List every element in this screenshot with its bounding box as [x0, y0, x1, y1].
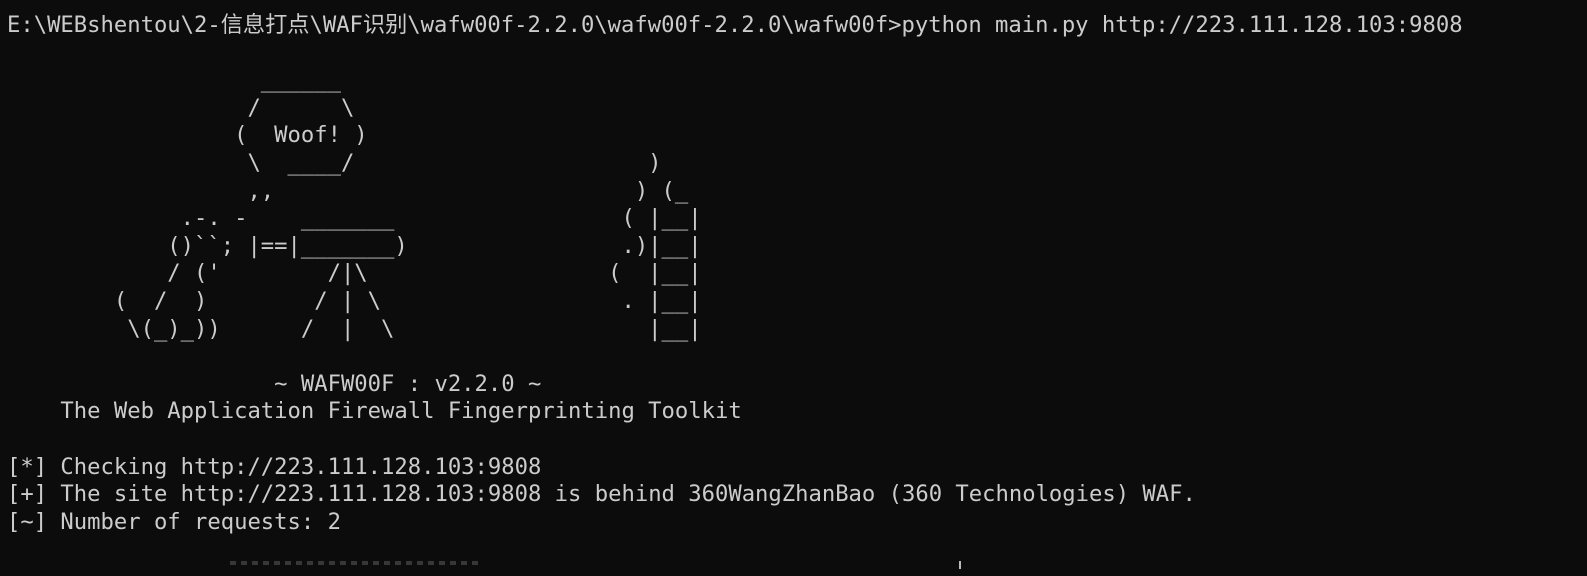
partially-visible-next-line [0, 561, 1587, 576]
output-line-result: [+] The site http://223.111.128.103:9808… [7, 481, 1579, 509]
version-line: ~ WAFW00F : v2.2.0 ~ [7, 370, 542, 397]
banner-art-line: ______ [7, 67, 341, 94]
banner-art-line: ()``; |==|_______) .)|__| [7, 232, 702, 259]
banner-art-line: \ ____/ ) [7, 149, 662, 176]
toolkit-title-line: The Web Application Firewall Fingerprint… [7, 398, 742, 425]
text-cursor [959, 561, 961, 569]
output-text: Number of requests: 2 [47, 508, 341, 535]
output-line-requests: [~] Number of requests: 2 [7, 509, 1579, 537]
terminal-window[interactable]: E:\WEBshentou\2-信息打点\WAF识别\wafw00f-2.2.0… [7, 12, 1579, 572]
cropped-text-fragment [230, 561, 480, 565]
status-symbol: [+] [7, 481, 48, 508]
output-line-checking: [*] Checking http://223.111.128.103:9808 [7, 454, 1579, 482]
banner-art-line: / \ [7, 94, 355, 121]
banner-art-line: \(_)_)) / | \ |__| [7, 315, 702, 342]
wafw00f-banner-art: ______ / \ ( Woof! ) \ ____/ ) ,, ) (_ .… [7, 40, 1579, 371]
banner-art-line: ( Woof! ) [7, 122, 368, 149]
status-symbol: [*] [7, 453, 48, 480]
command-prompt: E:\WEBshentou\2-信息打点\WAF识别\wafw00f-2.2.0… [7, 12, 902, 38]
banner-art-line [7, 343, 1579, 371]
command-text: python main.py http://223.111.128.103:98… [901, 12, 1463, 38]
banner-art-line: ( / ) / | \ . |__| [7, 287, 702, 314]
command-line: E:\WEBshentou\2-信息打点\WAF识别\wafw00f-2.2.0… [7, 12, 1579, 40]
status-symbol: [~] [7, 508, 48, 535]
banner-art-line: / (' /|\ ( |__| [7, 260, 702, 287]
output-text: Checking http://223.111.128.103:9808 [47, 453, 542, 480]
banner-art-line: .-. - _______ ( |__| [7, 205, 702, 232]
banner-art-line [7, 40, 1579, 68]
banner-art-line: ,, ) (_ [7, 177, 689, 204]
output-text: The site http://223.111.128.103:9808 is … [47, 481, 1196, 508]
